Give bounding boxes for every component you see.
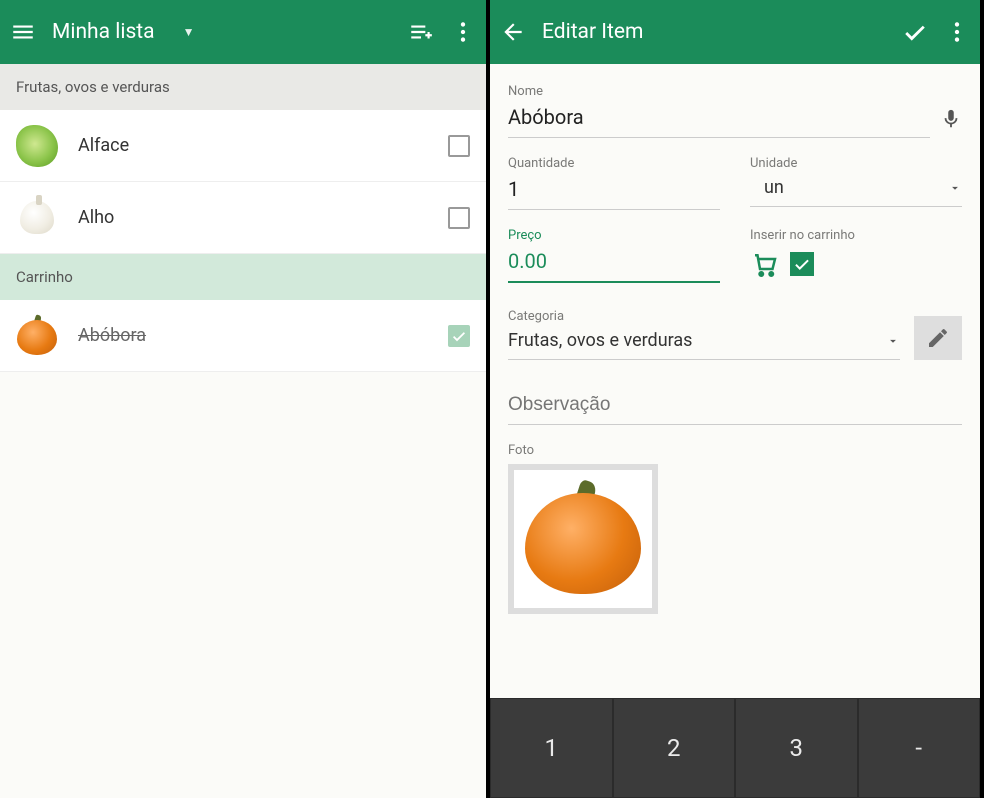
key-minus[interactable]: - xyxy=(858,698,981,798)
section-header-produce: Frutas, ovos e verduras xyxy=(0,64,486,110)
label-quantidade: Quantidade xyxy=(508,156,720,171)
back-icon[interactable] xyxy=(500,19,526,45)
edit-title: Editar Item xyxy=(542,20,643,44)
edit-category-button[interactable] xyxy=(914,316,962,360)
right-appbar: Editar Item xyxy=(490,0,980,64)
input-nome[interactable]: Abóbora xyxy=(508,99,930,138)
item-image-garlic xyxy=(16,197,58,239)
mic-icon[interactable] xyxy=(940,108,962,138)
edit-item-screen: Editar Item Nome Abóbora Quantidade 1 Un… xyxy=(490,0,980,798)
list-screen: Minha lista ▼ Frutas, ovos e verduras Al… xyxy=(0,0,490,798)
menu-icon[interactable] xyxy=(10,19,36,45)
list-item[interactable]: Alface xyxy=(0,110,486,182)
confirm-icon[interactable] xyxy=(902,19,928,45)
item-name: Alface xyxy=(78,135,428,156)
add-list-icon[interactable] xyxy=(408,19,434,45)
more-icon[interactable] xyxy=(450,19,476,45)
item-checkbox[interactable] xyxy=(448,207,470,229)
item-checkbox[interactable] xyxy=(448,325,470,347)
key-3[interactable]: 3 xyxy=(735,698,858,798)
select-categoria[interactable]: Frutas, ovos e verduras xyxy=(508,324,900,360)
label-categoria: Categoria xyxy=(508,309,900,324)
list-dropdown-icon[interactable]: ▼ xyxy=(183,25,195,39)
label-nome: Nome xyxy=(508,84,962,99)
chevron-down-icon xyxy=(886,334,900,348)
section-header-cart: Carrinho xyxy=(0,254,486,300)
cart-icon xyxy=(750,249,780,279)
categoria-value: Frutas, ovos e verduras xyxy=(508,330,692,351)
key-1[interactable]: 1 xyxy=(490,698,613,798)
edit-form: Nome Abóbora Quantidade 1 Unidade un xyxy=(490,64,980,698)
insert-cart-checkbox[interactable] xyxy=(790,252,814,276)
chevron-down-icon xyxy=(948,181,962,195)
item-image-pumpkin xyxy=(16,315,58,357)
input-observacao[interactable] xyxy=(508,384,962,425)
item-name: Alho xyxy=(78,207,428,228)
item-checkbox[interactable] xyxy=(448,135,470,157)
label-preco: Preço xyxy=(508,228,720,243)
list-item[interactable]: Abóbora xyxy=(0,300,486,372)
list-item[interactable]: Alho xyxy=(0,182,486,254)
input-preco[interactable]: 0.00 xyxy=(508,243,720,283)
key-2[interactable]: 2 xyxy=(613,698,736,798)
label-foto: Foto xyxy=(508,443,962,458)
input-quantidade[interactable]: 1 xyxy=(508,171,720,210)
item-image-lettuce xyxy=(16,125,58,167)
item-name: Abóbora xyxy=(78,325,428,346)
more-icon[interactable] xyxy=(944,19,970,45)
label-inserir: Inserir no carrinho xyxy=(750,228,962,243)
numeric-keyboard: 1 2 3 - xyxy=(490,698,980,798)
label-unidade: Unidade xyxy=(750,156,962,171)
item-photo[interactable] xyxy=(508,464,658,614)
select-unidade[interactable]: un xyxy=(750,171,962,207)
left-appbar: Minha lista ▼ xyxy=(0,0,486,64)
unidade-value: un xyxy=(764,177,784,198)
list-title[interactable]: Minha lista xyxy=(52,20,155,44)
